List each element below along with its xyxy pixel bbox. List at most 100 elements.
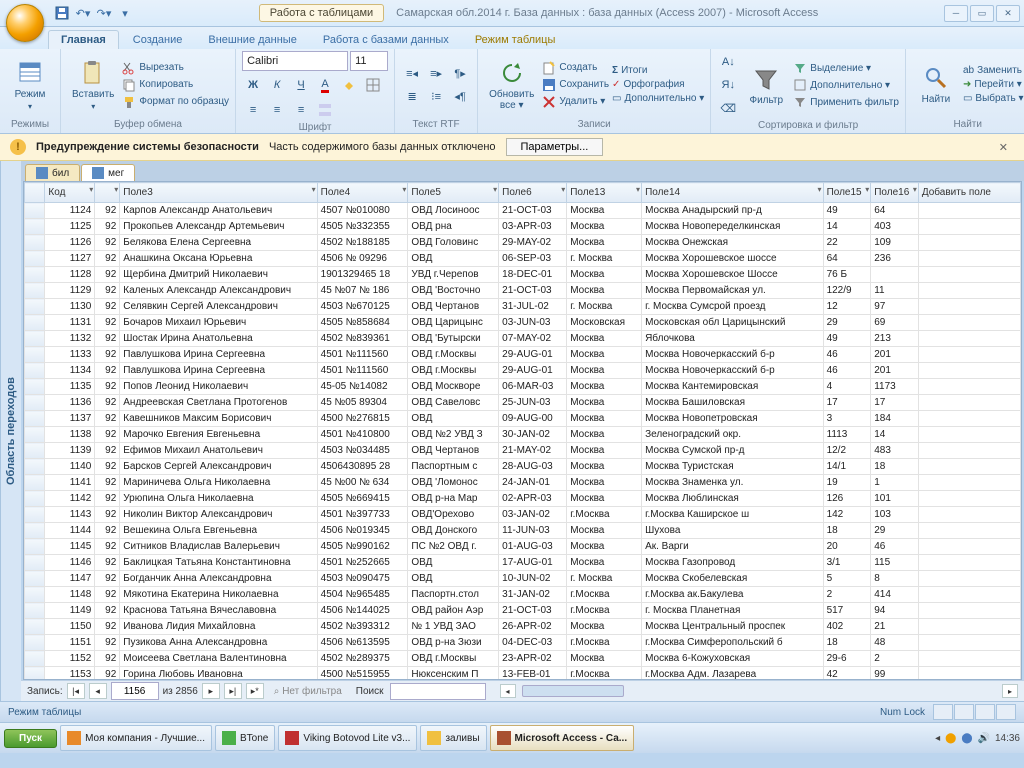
alt-fill-button[interactable] [314,99,336,121]
table-row[interactable]: 114192Мариничева Ольга Николаевна45 №00 … [25,475,1021,491]
table-row[interactable]: 115292Моисеева Светлана Валентиновна4502… [25,651,1021,667]
row-selector[interactable] [25,363,45,379]
security-close-button[interactable]: ✕ [993,141,1014,154]
ltr-button[interactable]: ¶▸ [449,62,471,84]
underline-button[interactable]: Ч [290,74,312,96]
search-input[interactable] [390,683,486,700]
table-row[interactable]: 113192Бочаров Михаил Юрьевич4505 №858684… [25,315,1021,331]
totals-button[interactable]: ΣИтоги [612,64,704,77]
column-header[interactable]: Поле3▾ [120,183,317,203]
doc-tab-bil[interactable]: бил [25,164,80,181]
taskbar-item[interactable]: заливы [420,725,486,751]
row-selector[interactable] [25,667,45,681]
row-selector[interactable] [25,443,45,459]
undo-icon[interactable]: ↶▾ [75,5,91,21]
row-selector[interactable] [25,603,45,619]
italic-button[interactable]: К [266,74,288,96]
refresh-all-button[interactable]: Обновить все ▾ [484,57,539,113]
table-row[interactable]: 114792Богданчик Анна Александровна4503 №… [25,571,1021,587]
toggle-filter-button[interactable]: Применить фильтр [793,94,899,110]
table-row[interactable]: 114992Краснова Татьяна Вячеславовна4506 … [25,603,1021,619]
start-button[interactable]: Пуск [4,729,57,748]
redo-icon[interactable]: ↷▾ [96,5,112,21]
new-button[interactable]: Создать [542,60,609,76]
row-selector[interactable] [25,555,45,571]
column-header[interactable]: Добавить поле [918,183,1020,203]
table-row[interactable]: 115092Иванова Лидия Михайловна4502 №3933… [25,619,1021,635]
prev-record-button[interactable]: ◂ [89,683,107,699]
font-size-select[interactable]: 11 [350,51,388,71]
sort-desc-button[interactable]: Я↓ [717,74,739,96]
row-selector[interactable] [25,491,45,507]
row-selector[interactable] [25,475,45,491]
copy-button[interactable]: Копировать [122,77,229,93]
row-selector[interactable] [25,507,45,523]
table-row[interactable]: 114492Вешекина Ольга Евгеньевна4506 №019… [25,523,1021,539]
new-record-button[interactable]: ▸* [246,683,264,699]
row-selector[interactable] [25,379,45,395]
table-row[interactable]: 112592Прокопьев Александр Артемьевич4505… [25,219,1021,235]
spelling-button[interactable]: ✓Орфография [612,78,704,91]
row-selector[interactable] [25,587,45,603]
column-header[interactable]: Поле5▾ [408,183,499,203]
data-grid[interactable]: Код▾▾Поле3▾Поле4▾Поле5▾Поле6▾Поле13▾Поле… [24,182,1021,680]
row-selector[interactable] [25,267,45,283]
align-left-button[interactable]: ≡ [242,99,264,121]
row-selector[interactable] [25,219,45,235]
tab-external[interactable]: Внешние данные [196,31,308,49]
row-selector[interactable] [25,347,45,363]
column-header[interactable]: Поле16▾ [871,183,919,203]
tab-datasheet[interactable]: Режим таблицы [463,31,568,49]
view-switcher[interactable] [933,704,1016,720]
column-header[interactable]: Поле15▾ [823,183,871,203]
selection-button[interactable]: Выделение ▾ [793,60,899,76]
row-selector[interactable] [25,427,45,443]
doc-tab-meg[interactable]: мег [81,164,135,181]
column-header[interactable]: Код▾ [45,183,95,203]
table-row[interactable]: 115392Горина Любовь Ивановна4500 №515955… [25,667,1021,681]
column-header[interactable]: Поле4▾ [317,183,408,203]
table-row[interactable]: 114692Баклицкая Татьяна Константиновна45… [25,555,1021,571]
rtl-button[interactable]: ◂¶ [449,85,471,107]
increase-indent-button[interactable]: ≡▸ [425,62,447,84]
row-selector[interactable] [25,235,45,251]
tab-home[interactable]: Главная [48,30,119,49]
taskbar-item-active[interactable]: Microsoft Access - Са... [490,725,635,751]
row-selector[interactable] [25,635,45,651]
maximize-button[interactable]: ▭ [970,5,994,22]
bold-button[interactable]: Ж [242,74,264,96]
row-selector[interactable] [25,331,45,347]
table-row[interactable]: 114392Николин Виктор Александрович4501 №… [25,507,1021,523]
table-row[interactable]: 113492Павлушкова Ирина Сергеевна4501 №11… [25,363,1021,379]
align-center-button[interactable]: ≡ [266,99,288,121]
column-header[interactable]: Поле13▾ [567,183,642,203]
table-row[interactable]: 114092Барсков Сергей Александрович450643… [25,459,1021,475]
taskbar-item[interactable]: Viking Botovod Lite v3... [278,725,417,751]
align-right-button[interactable]: ≡ [290,99,312,121]
column-header[interactable]: Поле6▾ [499,183,567,203]
paste-button[interactable]: Вставить▾ [67,57,119,113]
table-row[interactable]: 113892Марочко Евгения Евгеньевна4501 №41… [25,427,1021,443]
replace-button[interactable]: abЗаменить [963,64,1024,77]
cut-button[interactable]: Вырезать [122,60,229,76]
numbering-button[interactable]: ≣ [401,85,423,107]
table-row[interactable]: 114892Мякотина Екатерина Николаевна4504 … [25,587,1021,603]
table-row[interactable]: 112892Щербина Дмитрий Николаевич19013294… [25,267,1021,283]
horizontal-scrollbar[interactable]: ◂▸ [500,684,1019,698]
row-selector[interactable] [25,523,45,539]
tray-icon[interactable]: ⬤ [961,733,972,744]
row-selector[interactable] [25,203,45,219]
find-button[interactable]: Найти [912,62,960,107]
tab-create[interactable]: Создание [121,31,195,49]
next-record-button[interactable]: ▸ [202,683,220,699]
table-row[interactable]: 113992Ефимов Михаил Анатольевич4503 №034… [25,443,1021,459]
row-selector[interactable] [25,315,45,331]
last-record-button[interactable]: ▸| [224,683,242,699]
table-row[interactable]: 113792Кавешников Максим Борисович4500 №2… [25,411,1021,427]
table-row[interactable]: 113392Павлушкова Ирина Сергеевна4501 №11… [25,347,1021,363]
row-selector[interactable] [25,299,45,315]
bullets-button[interactable]: ⁝≡ [425,85,447,107]
column-header[interactable]: Поле14▾ [642,183,824,203]
advanced-filter-button[interactable]: Дополнительно ▾ [793,77,899,93]
table-row[interactable]: 115192Пузикова Анна Александровна4506 №6… [25,635,1021,651]
